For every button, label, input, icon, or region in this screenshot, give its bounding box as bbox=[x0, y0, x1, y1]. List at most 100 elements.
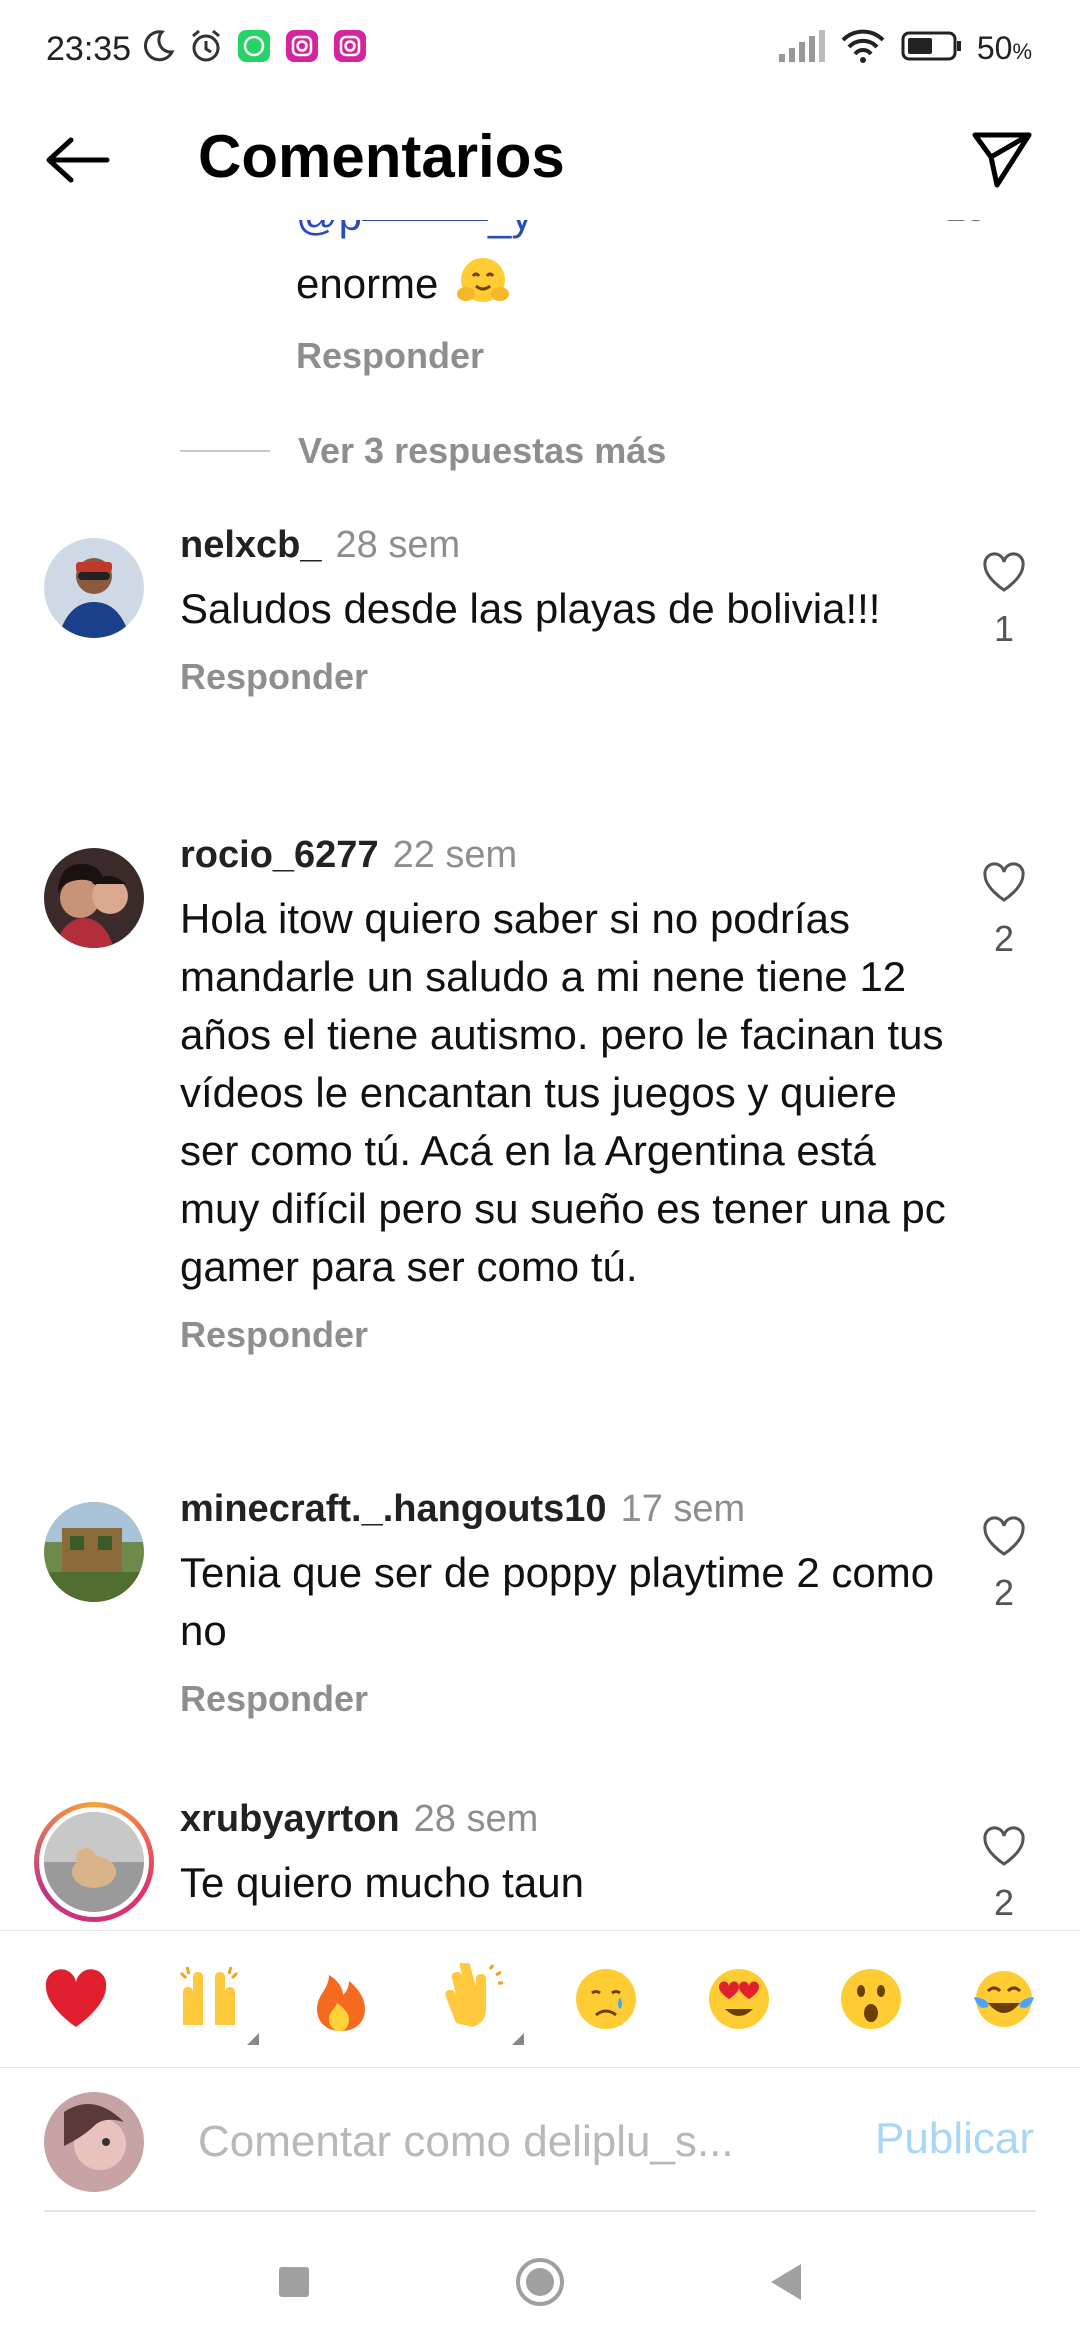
crying-face-icon bbox=[576, 1969, 637, 2029]
status-bar: 23:35 50% bbox=[0, 0, 1080, 100]
like-count: 2 bbox=[993, 918, 1015, 959]
avatar[interactable] bbox=[44, 1502, 144, 1602]
comment-body: rocio_6277 22 sem Hola itow quiero saber … bbox=[180, 832, 950, 1356]
battery-level: 50% bbox=[977, 30, 1032, 67]
avatar bbox=[44, 1812, 144, 1912]
comment-body: xrubyayrton 28 sem Te quiero mucho taun bbox=[180, 1796, 950, 1912]
avatar[interactable] bbox=[44, 848, 144, 948]
recents-button[interactable] bbox=[254, 2242, 334, 2322]
signal-icon bbox=[777, 28, 825, 69]
wifi-icon bbox=[839, 28, 887, 69]
comment-body: nelxcb_ 28 sem Saludos desde las playas d… bbox=[180, 522, 950, 698]
comment-username[interactable]: nelxcb_ bbox=[180, 524, 322, 566]
back-nav-button[interactable] bbox=[746, 2242, 826, 2322]
status-time: 23:35 bbox=[46, 30, 132, 68]
partial-comment-word: enorme bbox=[296, 260, 439, 307]
comment-text: Te quiero mucho taun bbox=[180, 1859, 584, 1906]
astonished-face-icon bbox=[841, 1969, 902, 2029]
heart-icon[interactable] bbox=[981, 1824, 1027, 1870]
comment-composer: Publicar bbox=[0, 2068, 1080, 2212]
back-icon bbox=[771, 2264, 801, 2300]
instagram-icon bbox=[284, 28, 320, 64]
like-count: 2 bbox=[993, 1572, 1015, 1613]
variant-indicator bbox=[511, 2033, 524, 2045]
heart-eyes-icon bbox=[708, 1969, 769, 2029]
page-title: Comentarios bbox=[198, 123, 565, 190]
moon-icon bbox=[140, 28, 176, 64]
replies-divider bbox=[180, 450, 270, 452]
avatar-story-ring[interactable] bbox=[34, 1802, 154, 1922]
raising-hands-icon bbox=[179, 1966, 238, 2025]
comment-text: Tenia que ser de poppy playtime 2 como n… bbox=[180, 1549, 935, 1654]
battery-unit: % bbox=[1012, 39, 1032, 64]
partial-comment-text: enorme bbox=[296, 254, 996, 311]
heart-icon[interactable] bbox=[981, 550, 1027, 596]
hugging-face-icon bbox=[456, 254, 510, 308]
comment-time: 22 sem bbox=[392, 834, 518, 876]
emoji-quick-bar bbox=[0, 1930, 1080, 2068]
emoji-fire-button[interactable] bbox=[301, 1959, 381, 2039]
comment-body: minecraft._.hangouts10 17 sem Tenia que s… bbox=[180, 1486, 950, 1720]
emoji-tears-of-joy-button[interactable] bbox=[964, 1959, 1044, 2039]
system-navigation-bar bbox=[0, 2212, 1080, 2340]
partial-comment: @p———_y enorme Responder bbox=[296, 220, 996, 377]
red-heart-icon bbox=[46, 1969, 107, 2027]
like-count: 2 bbox=[993, 1882, 1015, 1923]
status-system-icons: 50% bbox=[777, 28, 1032, 69]
home-button[interactable] bbox=[500, 2242, 580, 2322]
like-area[interactable]: 1 bbox=[964, 550, 1044, 650]
emoji-clapping-hands-button[interactable] bbox=[434, 1959, 524, 2045]
emoji-astonished-face-button[interactable] bbox=[831, 1959, 911, 2039]
comment-time: 28 sem bbox=[413, 1798, 539, 1840]
battery-icon bbox=[901, 29, 963, 68]
comment-meta: xrubyayrton 28 sem bbox=[180, 1796, 950, 1842]
reply-button[interactable]: Responder bbox=[296, 335, 996, 377]
header: Comentarios bbox=[0, 100, 1080, 220]
comment-username[interactable]: minecraft._.hangouts10 bbox=[180, 1488, 607, 1530]
fire-icon bbox=[317, 1975, 366, 2031]
comment-meta: minecraft._.hangouts10 17 sem bbox=[180, 1486, 950, 1532]
like-area[interactable]: 2 bbox=[964, 860, 1044, 960]
current-user-avatar bbox=[44, 2092, 144, 2192]
battery-value: 50 bbox=[976, 30, 1013, 66]
comment-text: Saludos desde las playas de bolivia!!! bbox=[180, 585, 881, 632]
comment-text: Hola itow quiero saber si no podrías man… bbox=[180, 895, 946, 1290]
comment-username[interactable]: rocio_6277 bbox=[180, 834, 379, 876]
avatar[interactable] bbox=[44, 538, 144, 638]
comment-meta: nelxcb_ 28 sem bbox=[180, 522, 950, 568]
clapping-hands-icon bbox=[445, 1963, 503, 2027]
reply-button[interactable]: Responder bbox=[180, 1678, 950, 1720]
status-notification-icons bbox=[140, 28, 368, 64]
reply-button[interactable]: Responder bbox=[180, 656, 950, 698]
arrow-left-icon bbox=[46, 137, 110, 183]
comment-meta: rocio_6277 22 sem bbox=[180, 832, 950, 878]
home-icon bbox=[516, 2258, 564, 2306]
comment-input[interactable] bbox=[198, 2112, 808, 2172]
comment-time: 28 sem bbox=[335, 524, 461, 566]
publish-button[interactable]: Publicar bbox=[875, 2114, 1034, 2164]
instagram-icon bbox=[332, 28, 368, 64]
like-area[interactable]: 2 bbox=[964, 1824, 1044, 1924]
emoji-heart-eyes-button[interactable] bbox=[699, 1959, 779, 2039]
heart-icon[interactable] bbox=[981, 1514, 1027, 1560]
emoji-raising-hands-button[interactable] bbox=[169, 1959, 259, 2045]
emoji-red-heart-button[interactable] bbox=[36, 1959, 116, 2039]
share-button[interactable] bbox=[964, 122, 1040, 198]
whatsapp-icon bbox=[236, 28, 272, 64]
send-icon bbox=[972, 132, 1032, 188]
like-count: 1 bbox=[993, 608, 1015, 649]
alarm-icon bbox=[188, 28, 224, 64]
like-area[interactable]: 2 bbox=[964, 1514, 1044, 1614]
comment-time: 17 sem bbox=[620, 1488, 746, 1530]
comment-username[interactable]: xrubyayrton bbox=[180, 1798, 400, 1840]
recents-icon bbox=[279, 2267, 309, 2297]
comment-list[interactable]: 25 @p———_y enorme Responder Ver 3 respue… bbox=[0, 220, 1080, 1930]
partial-mention: @p———_y bbox=[296, 220, 996, 244]
emoji-crying-face-button[interactable] bbox=[566, 1959, 646, 2039]
heart-icon[interactable] bbox=[981, 860, 1027, 906]
reply-button[interactable]: Responder bbox=[180, 1314, 950, 1356]
variant-indicator bbox=[246, 2033, 259, 2045]
view-replies-label: Ver 3 respuestas más bbox=[298, 430, 667, 471]
back-button[interactable] bbox=[40, 122, 116, 198]
view-more-replies[interactable]: Ver 3 respuestas más bbox=[180, 430, 666, 472]
